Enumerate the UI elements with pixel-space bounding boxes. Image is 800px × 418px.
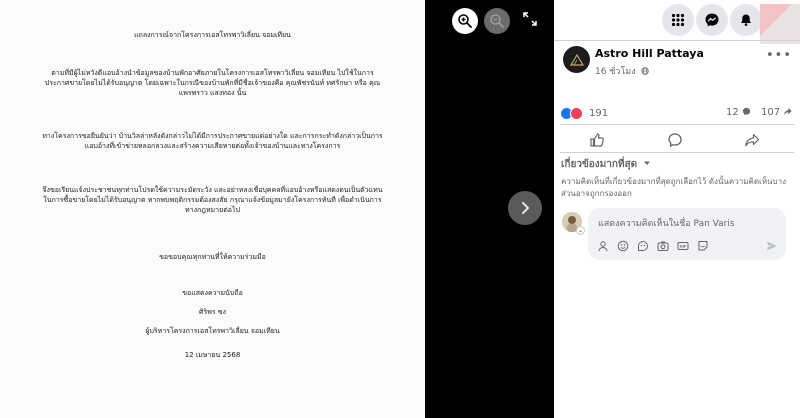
post-timestamp[interactable]: 16 ชั่วโมง — [595, 64, 649, 78]
profile-switch-chevron-icon[interactable]: ⌄ — [576, 226, 585, 235]
document-position: ผู้บริหารโครงการเอสโทรพาวิเลี่ยน จอมเทีย… — [145, 327, 280, 335]
expand-icon[interactable] — [523, 12, 537, 26]
page-name[interactable]: Astro Hill Pattaya — [595, 47, 704, 60]
document-paragraph-3: จึงขอเรียนแจ้งประชาชนทุกท่านโปรดใช้ความร… — [42, 186, 383, 215]
zoom-out-button[interactable] — [484, 8, 510, 34]
divider — [560, 152, 794, 153]
zoom-out-icon — [490, 14, 504, 28]
emoji-icon[interactable] — [617, 240, 629, 252]
document-image: แถลงการณ์จากโครงการเอสโทรพาวิเลี่ยน จอมเ… — [0, 0, 425, 418]
like-icon[interactable] — [589, 132, 605, 148]
avatar-sticker-icon[interactable] — [597, 240, 609, 252]
messenger-button[interactable] — [696, 4, 728, 36]
love-reaction-icon — [570, 106, 583, 120]
comment-input[interactable]: แสดงความคิดเห็นในชื่อ Pan Varis GIF — [588, 208, 786, 260]
post-time-text: 16 ชั่วโมง — [595, 67, 636, 77]
comment-count-text: 12 — [726, 107, 739, 118]
zoom-in-button[interactable] — [452, 8, 478, 34]
gif-icon[interactable]: GIF — [677, 240, 689, 252]
document-date: 12 เมษายน 2568 — [184, 351, 241, 359]
sort-label: เกี่ยวข้องมากที่สุด — [561, 159, 638, 170]
notifications-button[interactable] — [730, 4, 762, 36]
svg-text:GIF: GIF — [680, 245, 687, 249]
top-bar — [554, 4, 800, 44]
profile-avatar-blurred[interactable] — [760, 4, 800, 44]
post-panel: Astro Hill Pattaya 16 ชั่วโมง ••• 191 12… — [554, 0, 800, 418]
divider — [560, 124, 794, 125]
chevron-right-icon — [522, 202, 529, 214]
chevron-down-icon — [643, 159, 651, 170]
sticker-icon[interactable] — [637, 240, 649, 252]
document-regards: ขอแสดงความนับถือ — [182, 289, 243, 297]
reactions-summary[interactable]: 191 — [560, 106, 608, 120]
document-signer: ศิริพร ซง — [199, 308, 226, 316]
divider — [554, 40, 800, 41]
share-icon[interactable] — [744, 132, 760, 148]
globe-icon — [640, 67, 649, 78]
next-photo-button[interactable] — [508, 191, 542, 225]
share-count[interactable]: 107 — [761, 107, 792, 118]
comment-icon[interactable] — [667, 132, 683, 148]
reaction-count: 191 — [589, 107, 609, 119]
comment-placeholder: แสดงความคิดเห็นในชื่อ Pan Varis — [598, 219, 735, 229]
document-paragraph-1: ตามที่มีผู้ไม่หวังดีแอบอ้างนำข้อมูลของบ้… — [44, 69, 381, 98]
document-title: แถลงการณ์จากโครงการเอสโทรพาวิเลี่ยน จอมเ… — [134, 31, 291, 39]
document-thanks: ขอขอบคุณทุกท่านที่ให้ความร่วมมือ — [159, 253, 266, 261]
bell-icon — [741, 14, 751, 26]
photo-viewer: แถลงการณ์จากโครงการเอสโทรพาวิเลี่ยน จอมเ… — [0, 0, 800, 418]
document-paragraph-2: ทางโครงการขอยืนยันว่า บ้านวิลล่าหลังดังก… — [42, 132, 383, 151]
more-options-icon[interactable]: ••• — [766, 48, 792, 63]
page-avatar[interactable] — [563, 46, 590, 73]
viewer-background — [425, 0, 554, 418]
mountain-logo-icon — [569, 53, 584, 66]
menu-button[interactable] — [662, 4, 694, 36]
camera-icon[interactable] — [657, 240, 669, 252]
sticker-smile-icon[interactable] — [697, 240, 709, 252]
messenger-icon — [705, 13, 719, 27]
comment-sort-dropdown[interactable]: เกี่ยวข้องมากที่สุด — [561, 157, 651, 172]
comment-count-icon — [742, 107, 751, 116]
sort-note: ความคิดเห็นที่เกี่ยวข้องมากที่สุดถูกเลือ… — [561, 177, 786, 198]
zoom-in-icon — [458, 14, 472, 28]
grid-menu-icon — [671, 13, 685, 27]
share-count-icon — [784, 107, 792, 116]
comment-count[interactable]: 12 — [726, 107, 751, 118]
share-count-text: 107 — [761, 107, 781, 118]
send-icon[interactable] — [766, 240, 778, 252]
